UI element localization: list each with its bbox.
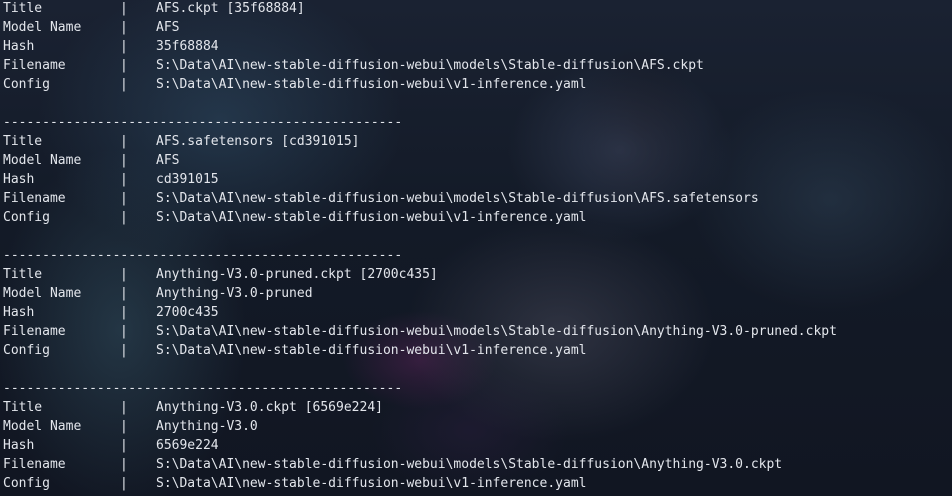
field-value: S:\Data\AI\new-stable-diffusion-webui\v1… [156, 476, 587, 491]
model-model-name-row: Model Name | AFS [3, 18, 837, 37]
field-separator: | [120, 438, 128, 453]
field-value: 6569e224 [156, 438, 219, 453]
field-value: AFS.safetensors [cd391015] [156, 134, 360, 149]
model-hash-row: Hash | 2700c435 [3, 303, 837, 322]
field-label: Config [3, 77, 50, 92]
field-value: S:\Data\AI\new-stable-diffusion-webui\v1… [156, 210, 587, 225]
divider-line: ----------------------------------------… [3, 115, 403, 130]
field-value: 2700c435 [156, 305, 219, 320]
model-title-row: Title | AFS.ckpt [35f68884] [3, 0, 837, 18]
field-separator: | [120, 58, 128, 73]
field-label: Hash [3, 305, 35, 320]
model-config-row: Config | S:\Data\AI\new-stable-diffusion-w… [3, 208, 837, 227]
field-separator: | [120, 210, 128, 225]
model-hash-row: Hash | 6569e224 [3, 436, 837, 455]
field-separator: | [120, 343, 128, 358]
field-separator: | [120, 305, 128, 320]
field-separator: | [120, 267, 128, 282]
divider-line: ----------------------------------------… [3, 248, 403, 263]
model-entry: Title | AFS.safetensors [cd391015] Model Na… [3, 132, 837, 227]
field-label: Title [3, 400, 43, 415]
terminal-output: Title | AFS.ckpt [35f68884] Model Name | AFS H… [3, 0, 837, 493]
field-value: S:\Data\AI\new-stable-diffusion-webui\mo… [156, 191, 759, 206]
model-config-row: Config | S:\Data\AI\new-stable-diffusion-w… [3, 341, 837, 360]
model-entry: Title | Anything-V3.0.ckpt [6569e224] Model… [3, 398, 837, 493]
field-value: Anything-V3.0 [156, 419, 258, 434]
field-separator: | [120, 20, 128, 35]
field-value: AFS [156, 20, 180, 35]
field-separator: | [120, 419, 128, 434]
model-filename-row: Filename | S:\Data\AI\new-stable-diffusion… [3, 56, 837, 75]
field-separator: | [120, 191, 128, 206]
model-title-row: Title | Anything-V3.0-pruned.ckpt [2700c43… [3, 265, 837, 284]
field-value: AFS.ckpt [35f68884] [156, 1, 305, 16]
field-label: Filename [3, 324, 66, 339]
field-label: Title [3, 1, 43, 16]
field-label: Model Name [3, 286, 82, 301]
field-value: Anything-V3.0-pruned.ckpt [2700c435] [156, 267, 438, 282]
model-model-name-row: Model Name | Anything-V3.0 [3, 417, 837, 436]
model-config-row: Config | S:\Data\AI\new-stable-diffusion-w… [3, 75, 837, 94]
field-label: Title [3, 134, 43, 149]
model-entry: Title | Anything-V3.0-pruned.ckpt [2700c43… [3, 265, 837, 360]
field-label: Hash [3, 39, 35, 54]
field-separator: | [120, 39, 128, 54]
field-value: S:\Data\AI\new-stable-diffusion-webui\v1… [156, 77, 587, 92]
model-filename-row: Filename | S:\Data\AI\new-stable-diffusion… [3, 322, 837, 341]
field-value: AFS [156, 153, 180, 168]
model-title-row: Title | Anything-V3.0.ckpt [6569e224] [3, 398, 837, 417]
field-value: Anything-V3.0-pruned [156, 286, 313, 301]
model-entry: Title | AFS.ckpt [35f68884] Model Name | AFS H… [3, 0, 837, 94]
field-label: Model Name [3, 419, 82, 434]
field-separator: | [120, 457, 128, 472]
field-label: Filename [3, 191, 66, 206]
model-filename-row: Filename | S:\Data\AI\new-stable-diffusion… [3, 189, 837, 208]
field-separator: | [120, 153, 128, 168]
model-filename-row: Filename | S:\Data\AI\new-stable-diffusion… [3, 455, 837, 474]
field-label: Filename [3, 58, 66, 73]
field-value: cd391015 [156, 172, 219, 187]
field-label: Model Name [3, 20, 82, 35]
field-label: Config [3, 476, 50, 491]
model-title-row: Title | AFS.safetensors [cd391015] [3, 132, 837, 151]
field-value: S:\Data\AI\new-stable-diffusion-webui\v1… [156, 343, 587, 358]
field-separator: | [120, 400, 128, 415]
field-value: S:\Data\AI\new-stable-diffusion-webui\mo… [156, 324, 837, 339]
model-hash-row: Hash | 35f68884 [3, 37, 837, 56]
field-separator: | [120, 134, 128, 149]
field-separator: | [120, 476, 128, 491]
field-label: Hash [3, 172, 35, 187]
field-value: S:\Data\AI\new-stable-diffusion-webui\mo… [156, 457, 783, 472]
terminal-window[interactable]: Title | AFS.ckpt [35f68884] Model Name | AFS H… [0, 0, 952, 496]
model-config-row: Config | S:\Data\AI\new-stable-diffusion-w… [3, 474, 837, 493]
field-label: Filename [3, 457, 66, 472]
divider-line: ----------------------------------------… [3, 381, 403, 396]
model-hash-row: Hash | cd391015 [3, 170, 837, 189]
field-separator: | [120, 172, 128, 187]
field-label: Config [3, 343, 50, 358]
field-separator: | [120, 1, 128, 16]
field-value: 35f68884 [156, 39, 219, 54]
model-model-name-row: Model Name | AFS [3, 151, 837, 170]
field-label: Hash [3, 438, 35, 453]
field-label: Model Name [3, 153, 82, 168]
field-label: Title [3, 267, 43, 282]
field-value: Anything-V3.0.ckpt [6569e224] [156, 400, 383, 415]
field-label: Config [3, 210, 50, 225]
field-separator: | [120, 324, 128, 339]
model-model-name-row: Model Name | Anything-V3.0-pruned [3, 284, 837, 303]
field-separator: | [120, 286, 128, 301]
field-value: S:\Data\AI\new-stable-diffusion-webui\mo… [156, 58, 704, 73]
field-separator: | [120, 77, 128, 92]
